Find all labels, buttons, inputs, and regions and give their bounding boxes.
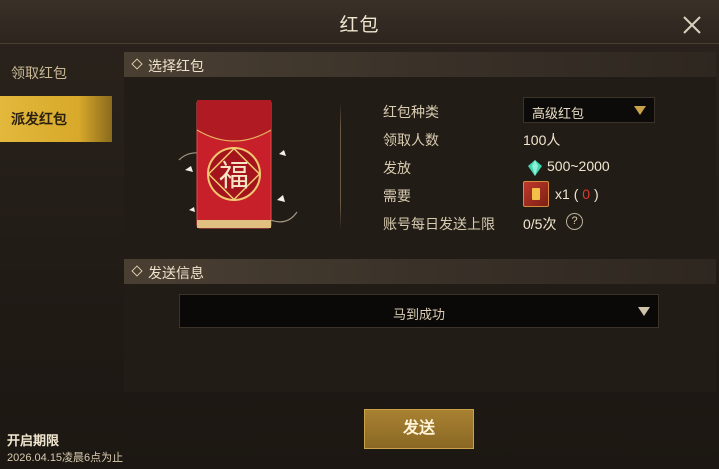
section-header-send: 发送信息	[124, 259, 716, 284]
count-label: 领取人数	[383, 132, 439, 148]
section-title-send: 发送信息	[148, 265, 204, 281]
gem-icon	[528, 160, 542, 176]
sidebar-item-distribute[interactable]: 派发红包	[0, 96, 112, 142]
sidebar: 领取红包 派发红包	[0, 44, 112, 469]
send-button[interactable]: 发送	[364, 409, 474, 449]
vertical-divider	[340, 102, 341, 230]
daily-limit-label: 账号每日发送上限	[383, 216, 495, 232]
message-select[interactable]: 马到成功	[179, 294, 659, 328]
diamond-bullet-icon	[131, 58, 143, 70]
open-period-date: 2026.04.15凌晨6点为止	[7, 452, 124, 464]
envelope-type-select[interactable]: 高级红包	[523, 97, 655, 123]
help-icon[interactable]: ?	[566, 213, 583, 230]
diamond-bullet-icon	[131, 265, 143, 277]
require-owned-count: 0	[582, 186, 591, 202]
open-period-title: 开启期限	[7, 433, 60, 448]
require-qty: x1	[555, 186, 570, 202]
require-owned-close: )	[593, 186, 599, 202]
distribute-label: 发放	[383, 160, 411, 176]
close-icon	[683, 16, 701, 34]
chevron-down-icon	[634, 106, 646, 115]
red-envelope-item-icon[interactable]	[523, 181, 549, 207]
daily-limit-value: 0/5次	[523, 216, 557, 232]
envelope-fu-character: 福	[219, 159, 249, 194]
window-title: 红包	[339, 15, 380, 36]
red-envelope-window: 红包 领取红包 派发红包 选择红包 福 红包种类 高级红包 领取人数 100人 …	[0, 0, 719, 469]
type-label: 红包种类	[383, 104, 439, 120]
require-owned-open: (	[573, 186, 579, 202]
message-value: 马到成功	[392, 307, 445, 322]
main-panel: 选择红包 福 红包种类 高级红包 领取人数 100人 发放 500~2000 需…	[124, 52, 716, 392]
envelope-type-value: 高级红包	[532, 106, 585, 121]
close-button[interactable]	[681, 14, 703, 36]
red-envelope-image: 福	[171, 99, 301, 238]
section-title-select: 选择红包	[148, 58, 204, 74]
sidebar-item-receive[interactable]: 领取红包	[0, 50, 112, 96]
require-quantity: x1 ( 0 )	[555, 186, 599, 202]
distribute-value: 500~2000	[547, 158, 610, 174]
chevron-down-icon	[638, 307, 650, 316]
count-value: 100人	[523, 132, 561, 148]
require-label: 需要	[383, 188, 411, 204]
title-bar: 红包	[0, 0, 719, 44]
section-header-select: 选择红包	[124, 52, 716, 77]
